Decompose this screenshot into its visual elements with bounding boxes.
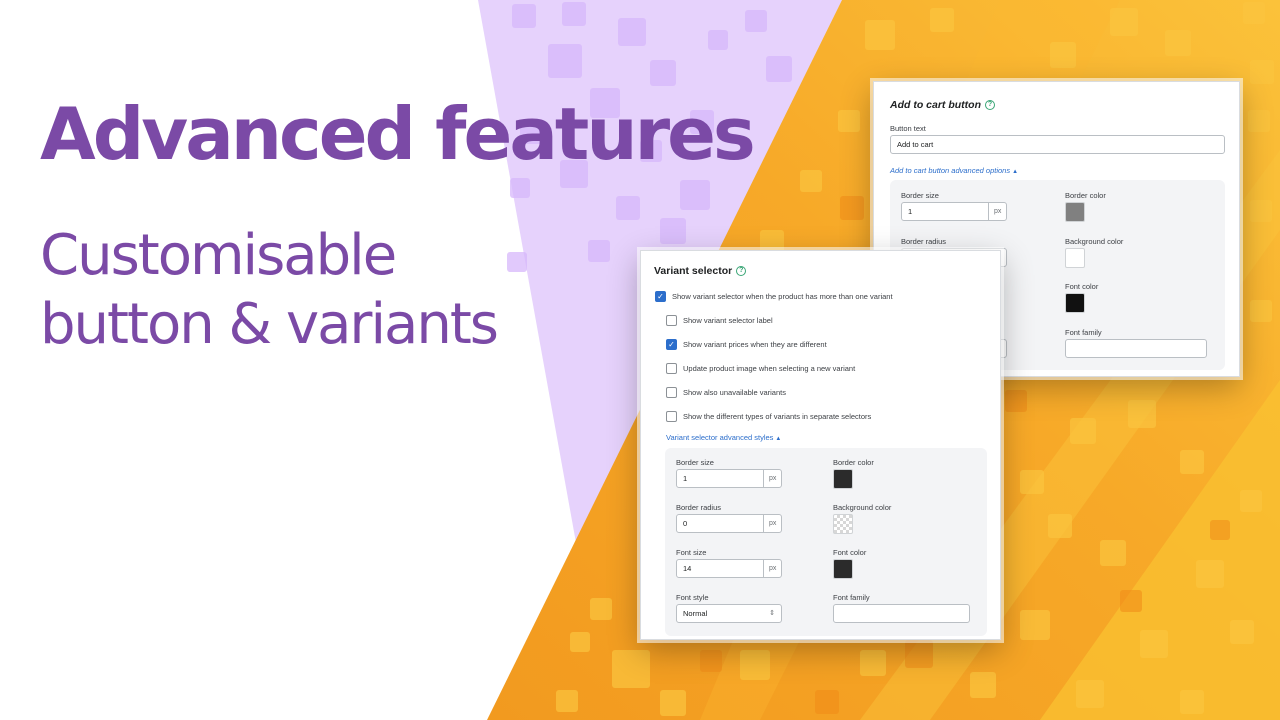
font-family-input[interactable] (1065, 339, 1207, 358)
variant-font-style-select[interactable]: Normal ⇕ (676, 604, 782, 623)
checkbox-label: Show also unavailable variants (683, 388, 786, 397)
checkbox-show-variant-prices[interactable]: ✓ Show variant prices when they are diff… (666, 339, 827, 350)
variant-font-style-value: Normal (683, 609, 708, 618)
question-circle-icon[interactable]: ? (984, 100, 995, 110)
border-size-value: 1 (908, 207, 913, 216)
headline-title: Advanced features (40, 92, 756, 176)
border-size-input[interactable]: 1 px (901, 202, 1007, 221)
variant-selector-title: Variant selector ? (654, 265, 747, 277)
checkbox-unchecked-icon[interactable] (666, 387, 677, 398)
variant-border-radius-unit: px (763, 515, 781, 532)
checkbox-update-product-image[interactable]: Update product image when selecting a ne… (666, 363, 855, 374)
triangle-up-icon: ▲ (775, 436, 782, 442)
font-color-swatch[interactable] (1065, 293, 1085, 313)
variant-font-color-label: Font color (833, 548, 867, 557)
checkbox-checked-icon[interactable]: ✓ (666, 339, 677, 350)
variant-advanced-styles-link-text: Variant selector advanced styles (666, 433, 774, 442)
font-color-label: Font color (1065, 282, 1099, 291)
add-to-cart-advanced-link-text: Add to cart button advanced options (890, 166, 1011, 175)
add-to-cart-title: Add to cart button ? (890, 99, 995, 111)
checkbox-label: Show variant selector label (683, 316, 773, 325)
border-size-label: Border size (901, 191, 939, 200)
background-color-swatch[interactable] (1065, 248, 1085, 268)
border-radius-label: Border radius (901, 237, 947, 246)
triangle-up-icon: ▲ (1012, 169, 1019, 175)
checkbox-show-variant-selector[interactable]: ✓ Show variant selector when the product… (655, 291, 893, 302)
checkbox-label: Show variant selector when the product h… (672, 292, 893, 301)
variant-border-color-swatch[interactable] (833, 469, 853, 489)
updown-caret-icon: ⇕ (769, 610, 775, 617)
button-text-value: Add to cart (897, 140, 934, 149)
border-color-swatch[interactable] (1065, 202, 1085, 222)
checkbox-show-unavailable-variants[interactable]: Show also unavailable variants (666, 387, 786, 398)
headline-subtitle-line1: Customisable (40, 223, 397, 288)
variant-advanced-styles-box: Border size 1 px Border color Border rad… (665, 448, 987, 636)
variant-background-color-swatch[interactable] (833, 514, 853, 534)
variant-font-size-input[interactable]: 14 px (676, 559, 782, 578)
add-to-cart-advanced-link[interactable]: Add to cart button advanced options ▲ (890, 166, 1018, 175)
variant-background-color-label: Background color (833, 503, 892, 512)
checkbox-unchecked-icon[interactable] (666, 315, 677, 326)
variant-advanced-styles-link[interactable]: Variant selector advanced styles ▲ (666, 433, 781, 442)
question-circle-icon[interactable]: ? (736, 266, 747, 276)
add-to-cart-title-text: Add to cart button (890, 99, 981, 111)
checkbox-label: Show the different types of variants in … (683, 412, 872, 421)
checkbox-separate-selectors[interactable]: Show the different types of variants in … (666, 411, 871, 422)
variant-font-size-label: Font size (676, 548, 707, 557)
variant-border-radius-label: Border radius (676, 503, 722, 512)
variant-selector-panel: Variant selector ? ✓ Show variant select… (640, 250, 1001, 640)
checkbox-checked-icon[interactable]: ✓ (655, 291, 666, 302)
checkbox-unchecked-icon[interactable] (666, 411, 677, 422)
variant-font-color-swatch[interactable] (833, 559, 853, 579)
checkbox-show-variant-label[interactable]: Show variant selector label (666, 315, 773, 326)
variant-border-size-input[interactable]: 1 px (676, 469, 782, 488)
checkbox-unchecked-icon[interactable] (666, 363, 677, 374)
button-text-input[interactable]: Add to cart (890, 135, 1225, 154)
button-text-label: Button text (890, 124, 926, 133)
border-color-label: Border color (1065, 191, 1106, 200)
checkbox-label: Show variant prices when they are differ… (683, 340, 827, 349)
variant-border-size-label: Border size (676, 458, 714, 467)
variant-border-radius-value: 0 (683, 519, 688, 528)
variant-font-family-input[interactable] (833, 604, 970, 623)
variant-font-size-unit: px (763, 560, 781, 577)
font-family-label: Font family (1065, 328, 1102, 337)
headline-subtitle-line2: button & variants (40, 292, 499, 357)
variant-border-size-value: 1 (683, 474, 688, 483)
variant-font-family-label: Font family (833, 593, 870, 602)
variant-font-size-value: 14 (683, 564, 692, 573)
border-size-unit: px (988, 203, 1006, 220)
background-color-label: Background color (1065, 237, 1124, 246)
variant-font-style-label: Font style (676, 593, 709, 602)
variant-border-size-unit: px (763, 470, 781, 487)
variant-selector-title-text: Variant selector (654, 265, 733, 277)
checkbox-label: Update product image when selecting a ne… (683, 364, 856, 373)
variant-border-color-label: Border color (833, 458, 874, 467)
variant-border-radius-input[interactable]: 0 px (676, 514, 782, 533)
